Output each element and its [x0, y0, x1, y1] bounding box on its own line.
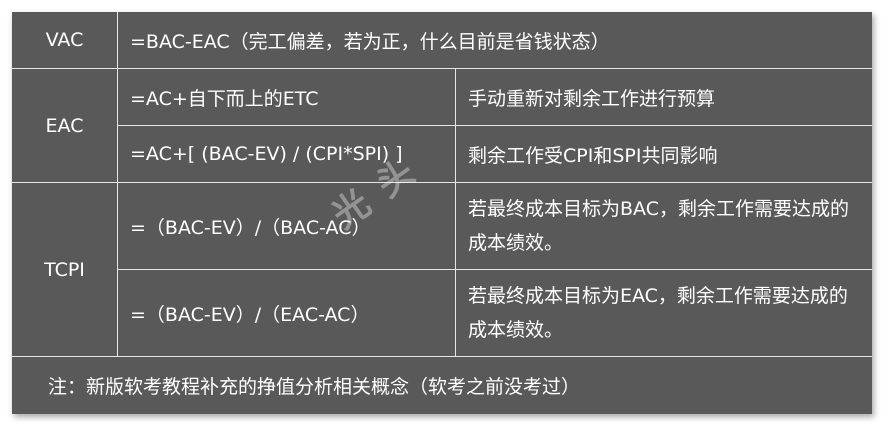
row-label-tcpi: TCPI	[12, 183, 118, 357]
eac-desc-2: 剩余工作受CPI和SPI共同影响	[456, 126, 872, 183]
tcpi-desc-1: 若最终成本目标为BAC，剩余工作需要达成的成本绩效。	[456, 183, 872, 270]
table-note: 注：新版软考教程补充的挣值分析相关概念（软考之前没考过）	[48, 376, 581, 398]
vac-formula: =BAC-EAC（完工偏差，若为正，什么目前是省钱状态）	[118, 12, 872, 69]
row-label-vac: VAC	[12, 12, 118, 69]
tcpi-formula-2: =（BAC-EV）/（EAC-AC）	[118, 270, 456, 357]
tcpi-desc-2: 若最终成本目标为EAC，剩余工作需要达成的成本绩效。	[456, 270, 872, 357]
eac-formula-2: =AC+[ (BAC-EV) / (CPI*SPI) ]	[118, 126, 456, 183]
eac-desc-1: 手动重新对剩余工作进行预算	[456, 69, 872, 126]
tcpi-formula-1: =（BAC-EV）/（BAC-AC）	[118, 183, 456, 270]
row-label-eac: EAC	[12, 69, 118, 183]
eac-formula-1: =AC+自下而上的ETC	[118, 69, 456, 126]
evm-table: VAC =BAC-EAC（完工偏差，若为正，什么目前是省钱状态） EAC =AC…	[12, 12, 872, 414]
